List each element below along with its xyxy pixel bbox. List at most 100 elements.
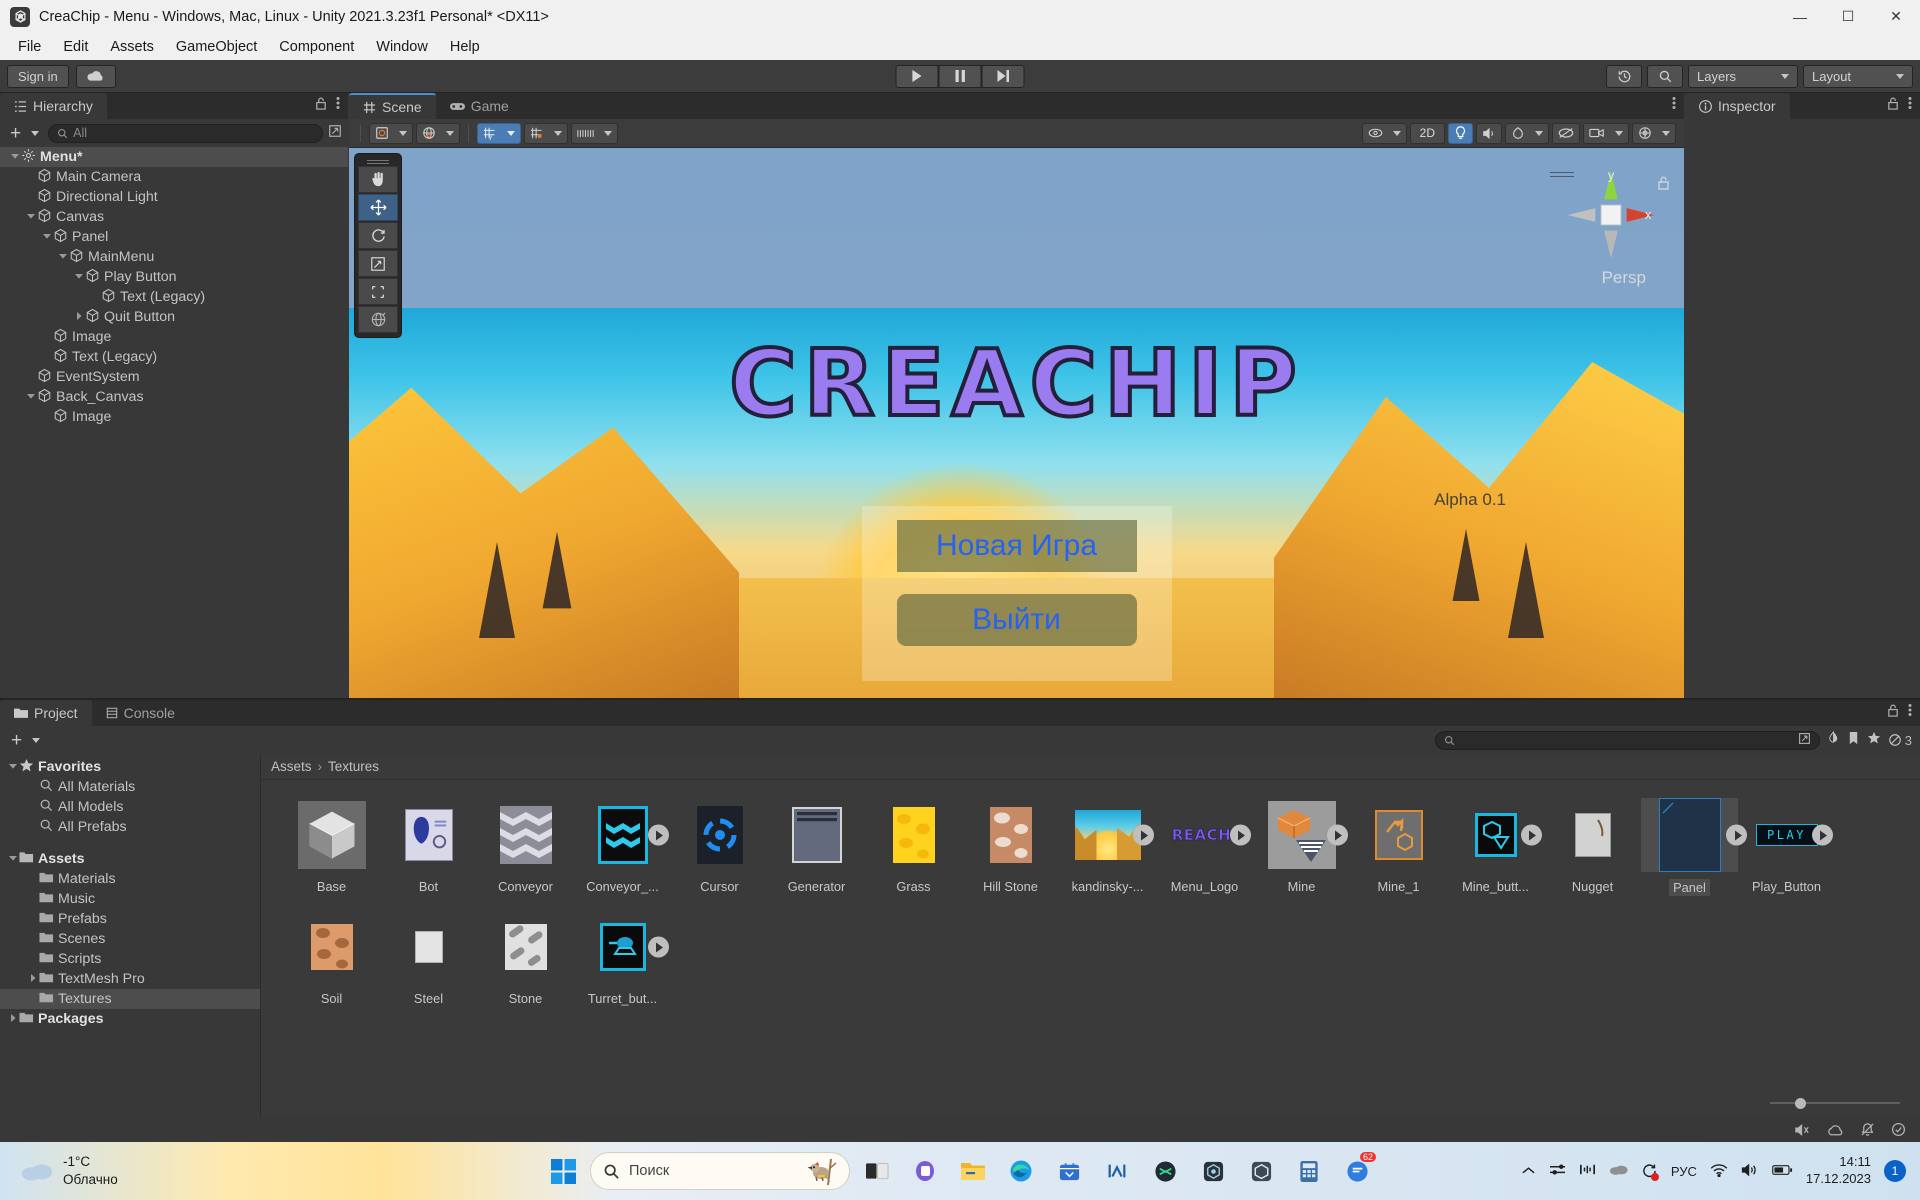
asset-thumbnail[interactable] — [877, 798, 951, 872]
asset-preview-play-icon[interactable] — [1520, 824, 1542, 846]
disclosure-triangle-icon[interactable] — [56, 252, 69, 262]
asset-thumbnail[interactable]: CREACHIP — [1168, 798, 1251, 872]
asset-item[interactable]: Conveyor_... — [574, 798, 671, 896]
language-indicator[interactable]: РУС — [1671, 1164, 1697, 1179]
app-green-icon[interactable] — [1144, 1150, 1186, 1192]
asset-thumbnail[interactable] — [489, 910, 563, 984]
menu-item-window[interactable]: Window — [365, 36, 439, 58]
snap-increment-button[interactable] — [571, 122, 618, 144]
asset-thumbnail[interactable] — [1265, 798, 1348, 872]
hierarchy-item[interactable]: Main Camera — [0, 167, 348, 187]
store-icon[interactable] — [1048, 1150, 1090, 1192]
asset-thumbnail[interactable] — [780, 798, 854, 872]
asset-item[interactable]: Panel — [1641, 798, 1747, 896]
project-tree-item[interactable]: Materials — [0, 869, 260, 889]
asset-item[interactable]: Bot — [380, 798, 477, 896]
asset-thumbnail[interactable] — [392, 798, 466, 872]
audio-toggle-button[interactable] — [1476, 122, 1502, 144]
sliders-icon[interactable] — [1549, 1162, 1566, 1180]
hierarchy-item[interactable]: Menu* — [0, 147, 348, 167]
volume-icon[interactable] — [1741, 1163, 1759, 1180]
gizmos-toggle-button[interactable] — [1632, 122, 1676, 144]
chevron-up-icon[interactable] — [1521, 1164, 1536, 1179]
breadcrumb-segment[interactable]: Assets — [271, 759, 312, 774]
pause-button[interactable] — [938, 64, 982, 88]
wifi-icon[interactable] — [1710, 1163, 1728, 1180]
lighting-toggle-button[interactable] — [1448, 122, 1473, 144]
breadcrumb-segment[interactable]: Textures — [328, 759, 379, 774]
asset-item[interactable]: Base — [283, 798, 380, 896]
cloud-sync-icon[interactable] — [1609, 1163, 1628, 1179]
asset-item[interactable]: Mine — [1253, 798, 1350, 896]
asset-preview-play-icon[interactable] — [1811, 824, 1833, 846]
asset-grid[interactable]: Base Bot Conveyor Conveyor_... Cursor Generat… — [261, 780, 1920, 1038]
cloud-icon[interactable] — [75, 64, 116, 88]
hierarchy-item[interactable]: Text (Legacy) — [0, 347, 348, 367]
asset-item[interactable]: Steel — [380, 910, 477, 1006]
app-unity-icon[interactable] — [1240, 1150, 1282, 1192]
asset-item[interactable]: Cursor — [671, 798, 768, 896]
maximize-button[interactable]: ☐ — [1824, 0, 1872, 33]
rotate-tool-button[interactable] — [358, 222, 398, 249]
teams-icon[interactable] — [904, 1150, 946, 1192]
asset-item[interactable]: Mine_butt... — [1447, 798, 1544, 896]
scene-orientation-gizmo[interactable]: y x — [1562, 166, 1660, 264]
asset-thumbnail[interactable] — [683, 798, 757, 872]
grid-snap-button[interactable] — [524, 122, 568, 144]
minimize-button[interactable]: — — [1776, 0, 1824, 33]
menu-item-component[interactable]: Component — [268, 36, 365, 58]
lock-icon[interactable] — [1887, 704, 1899, 721]
taskbar-search-input[interactable]: Поиск — [590, 1152, 850, 1190]
tab-game[interactable]: Game — [435, 93, 523, 119]
asset-thumbnail[interactable] — [295, 798, 369, 872]
step-button[interactable] — [981, 64, 1025, 88]
project-tree-item[interactable]: Favorites — [0, 757, 260, 777]
taskbar-clock[interactable]: 14:11 17.12.2023 — [1806, 1154, 1871, 1188]
shading-mode-button[interactable] — [369, 122, 413, 144]
disclosure-triangle-icon[interactable] — [6, 762, 19, 772]
hierarchy-item[interactable]: EventSystem — [0, 367, 348, 387]
asset-item[interactable]: Stone — [477, 910, 574, 1006]
asset-preview-play-icon[interactable] — [1326, 824, 1348, 846]
app-chat-icon[interactable]: 62 — [1336, 1150, 1378, 1192]
menu-item-assets[interactable]: Assets — [99, 36, 165, 58]
asset-preview-play-icon[interactable] — [647, 936, 669, 958]
add-gameobject-button[interactable]: + — [6, 124, 43, 143]
hidden-packages-count[interactable]: 3 — [1888, 733, 1912, 748]
asset-thumbnail[interactable] — [1641, 798, 1747, 872]
hierarchy-item[interactable]: Play Button — [0, 267, 348, 287]
hierarchy-search-input[interactable]: All — [48, 123, 323, 143]
tab-console[interactable]: Console — [91, 700, 189, 726]
app-unityhub-icon[interactable] — [1192, 1150, 1234, 1192]
disclosure-triangle-icon[interactable] — [8, 152, 21, 162]
filter-by-label-icon[interactable] — [1847, 731, 1860, 750]
asset-thumbnail[interactable] — [489, 798, 563, 872]
sign-in-button[interactable]: Sign in — [7, 64, 69, 88]
layers-dropdown[interactable]: Layers — [1688, 64, 1798, 88]
disclosure-triangle-icon[interactable] — [6, 854, 19, 864]
camera-settings-button[interactable] — [1583, 122, 1629, 144]
asset-thumbnail[interactable] — [1556, 798, 1630, 872]
asset-item[interactable]: PLAY Play_Button — [1738, 798, 1835, 896]
asset-thumbnail[interactable] — [392, 910, 466, 984]
asset-thumbnail[interactable] — [1459, 798, 1542, 872]
scene-visibility-button[interactable] — [1361, 122, 1407, 144]
hidden-objects-button[interactable] — [1552, 122, 1580, 144]
game-new-game-button[interactable]: Новая Игра — [896, 520, 1137, 572]
taskbar-weather-widget[interactable]: -1°C Облачно — [0, 1153, 118, 1189]
explorer-icon[interactable] — [952, 1150, 994, 1192]
meter-icon[interactable] — [1579, 1162, 1596, 1180]
menu-item-file[interactable]: File — [7, 36, 52, 58]
tool-palette-drag-handle[interactable] — [358, 157, 398, 166]
hierarchy-item[interactable]: Image — [0, 327, 348, 347]
hierarchy-item[interactable]: Image — [0, 407, 348, 427]
history-icon[interactable] — [1606, 64, 1642, 88]
kebab-menu-icon[interactable] — [1672, 96, 1676, 114]
notification-badge[interactable]: 1 — [1884, 1160, 1906, 1182]
asset-thumbnail[interactable] — [586, 910, 669, 984]
asset-preview-play-icon[interactable] — [1229, 824, 1251, 846]
asset-item[interactable]: Grass — [865, 798, 962, 896]
lock-icon[interactable] — [1887, 97, 1899, 114]
filter-by-type-icon[interactable] — [1827, 730, 1840, 750]
transform-tool-button[interactable] — [358, 306, 398, 333]
